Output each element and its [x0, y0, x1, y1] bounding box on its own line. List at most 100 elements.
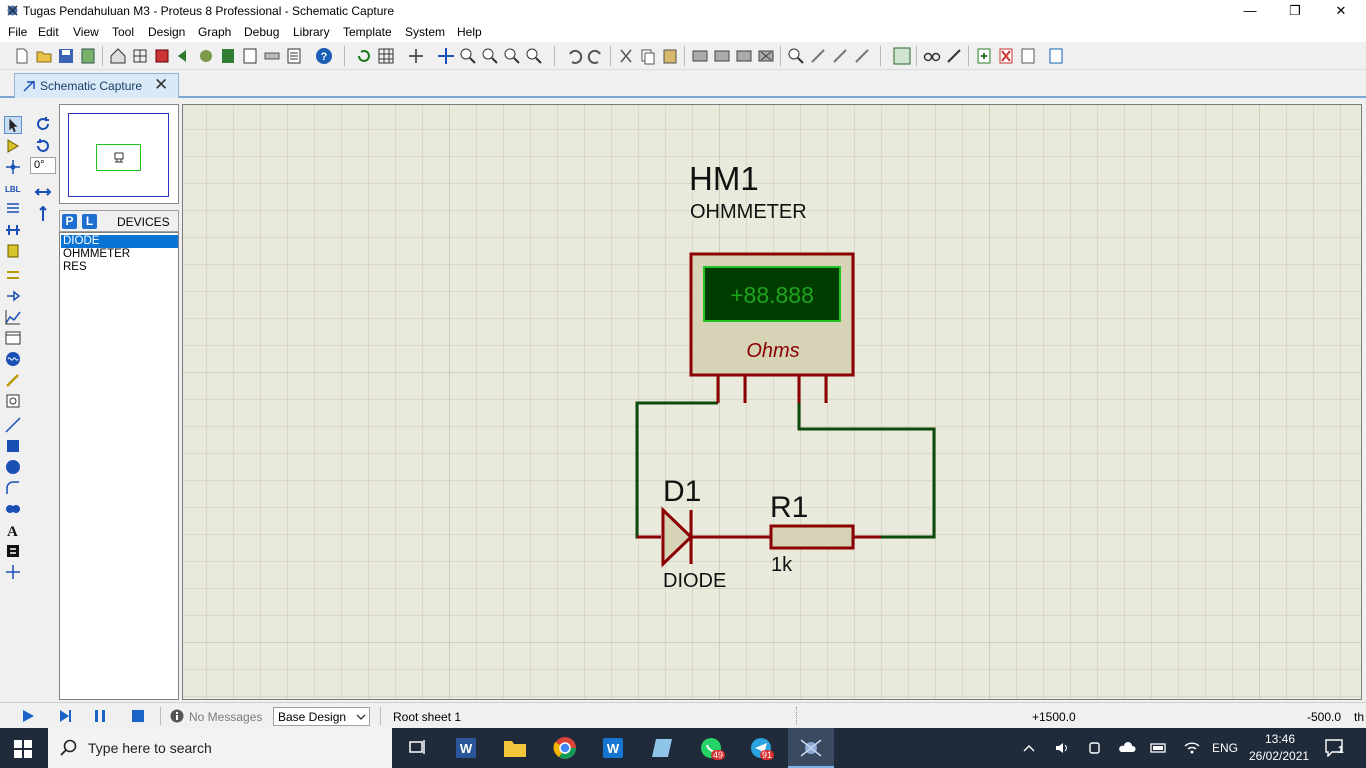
- undo-icon[interactable]: [564, 46, 584, 66]
- wire-autorouter-icon[interactable]: [892, 46, 912, 66]
- menu-library[interactable]: Library: [293, 25, 330, 39]
- 3d-viewer-icon[interactable]: [196, 46, 216, 66]
- menu-template[interactable]: Template: [343, 25, 392, 39]
- word-icon[interactable]: W: [453, 736, 479, 760]
- selection-mode-icon[interactable]: [4, 116, 22, 134]
- file-explorer-icon[interactable]: [502, 736, 528, 760]
- email-app-icon[interactable]: W: [600, 736, 626, 760]
- source-code-icon[interactable]: [240, 46, 260, 66]
- tape-recorder-icon[interactable]: [4, 329, 22, 347]
- home-icon[interactable]: [108, 46, 128, 66]
- volume-icon[interactable]: [1054, 740, 1070, 756]
- symbol-2d-icon[interactable]: [4, 542, 22, 560]
- rotate-clockwise-icon[interactable]: [33, 114, 53, 134]
- bom-icon[interactable]: [218, 46, 238, 66]
- help-icon[interactable]: ?: [314, 46, 334, 66]
- show-hidden-icons-icon[interactable]: [1022, 742, 1036, 754]
- search-tag-icon[interactable]: [922, 46, 942, 66]
- wire-label-icon[interactable]: LBL: [4, 179, 22, 197]
- pick-devices-button[interactable]: P: [62, 214, 77, 229]
- component-mode-icon[interactable]: [4, 137, 22, 155]
- pick-parts-icon[interactable]: [786, 46, 806, 66]
- task-view-icon[interactable]: [404, 736, 430, 760]
- junction-dot-icon[interactable]: [4, 158, 22, 176]
- overview-view-rectangle[interactable]: [96, 144, 141, 171]
- wifi-icon[interactable]: [1183, 740, 1201, 756]
- overview-window[interactable]: [59, 104, 179, 204]
- tab-schematic-capture[interactable]: Schematic Capture ✕: [14, 73, 179, 98]
- rotate-anticlockwise-icon[interactable]: [33, 136, 53, 156]
- save-icon[interactable]: [56, 46, 76, 66]
- toggle-grid-icon[interactable]: [376, 46, 396, 66]
- cut-icon[interactable]: [616, 46, 636, 66]
- probe-mode-icon[interactable]: [4, 371, 22, 389]
- play-icon[interactable]: [20, 708, 36, 724]
- terminals-icon[interactable]: [4, 266, 22, 284]
- text-2d-icon[interactable]: A: [4, 521, 22, 539]
- menu-edit[interactable]: Edit: [38, 25, 59, 39]
- bus-icon[interactable]: [4, 221, 22, 239]
- packaging-tool-icon[interactable]: [830, 46, 850, 66]
- path-2d-icon[interactable]: [4, 500, 22, 518]
- block-rotate-icon[interactable]: [734, 46, 754, 66]
- make-device-icon[interactable]: [808, 46, 828, 66]
- schematic-canvas[interactable]: +88.888 Ohms HM1 OHMMETER D1 DIODE R1 1k: [183, 105, 1361, 699]
- copy-icon[interactable]: [638, 46, 658, 66]
- electrical-rules-check-icon[interactable]: [1046, 46, 1066, 66]
- schematic-editing-window[interactable]: +88.888 Ohms HM1 OHMMETER D1 DIODE R1 1k: [182, 104, 1362, 700]
- zoom-all-icon[interactable]: [502, 46, 522, 66]
- remove-sheet-icon[interactable]: [996, 46, 1016, 66]
- block-copy-icon[interactable]: [690, 46, 710, 66]
- import-icon[interactable]: [78, 46, 98, 66]
- gerber-icon[interactable]: [174, 46, 194, 66]
- marker-2d-icon[interactable]: [4, 563, 22, 581]
- list-item-diode[interactable]: DIODE: [61, 235, 178, 248]
- design-variant-select[interactable]: Base Design: [273, 707, 370, 726]
- mirror-vertical-icon[interactable]: [33, 204, 53, 224]
- line-2d-icon[interactable]: [4, 416, 22, 434]
- list-item-res[interactable]: RES: [61, 261, 178, 274]
- subcircuit-icon[interactable]: [4, 242, 22, 260]
- decompose-icon[interactable]: [852, 46, 872, 66]
- pcb-layout-icon[interactable]: [152, 46, 172, 66]
- close-button[interactable]: ✕: [1318, 0, 1364, 22]
- box-2d-icon[interactable]: [4, 437, 22, 455]
- list-item-ohmmeter[interactable]: OHMMETER: [61, 248, 178, 261]
- redo-icon[interactable]: [586, 46, 606, 66]
- minimize-button[interactable]: —: [1227, 0, 1273, 22]
- circle-2d-icon[interactable]: [4, 458, 22, 476]
- menu-help[interactable]: Help: [457, 25, 482, 39]
- zoom-in-icon[interactable]: [458, 46, 478, 66]
- generator-mode-icon[interactable]: [4, 350, 22, 368]
- meet-now-icon[interactable]: [1087, 740, 1103, 756]
- block-delete-icon[interactable]: [756, 46, 776, 66]
- pause-icon[interactable]: [92, 708, 108, 724]
- proteus-taskbar-button[interactable]: [788, 728, 834, 768]
- menu-debug[interactable]: Debug: [244, 25, 279, 39]
- input-language[interactable]: ENG: [1212, 741, 1238, 755]
- new-sheet-icon[interactable]: [974, 46, 994, 66]
- clock-date[interactable]: 26/02/2021: [1249, 749, 1309, 763]
- arc-2d-icon[interactable]: [4, 479, 22, 497]
- menu-graph[interactable]: Graph: [198, 25, 231, 39]
- design-explorer-icon[interactable]: [284, 46, 304, 66]
- menu-system[interactable]: System: [405, 25, 445, 39]
- windows-start-icon[interactable]: [14, 740, 32, 758]
- virtual-instruments-icon[interactable]: [4, 392, 22, 410]
- refresh-icon[interactable]: [354, 46, 374, 66]
- menu-tool[interactable]: Tool: [112, 25, 134, 39]
- schematic-icon[interactable]: [130, 46, 150, 66]
- block-move-icon[interactable]: [712, 46, 732, 66]
- onedrive-icon[interactable]: [1118, 740, 1136, 756]
- open-folder-icon[interactable]: [34, 46, 54, 66]
- clock-time[interactable]: 13:46: [1265, 732, 1295, 746]
- battery-icon[interactable]: [1150, 741, 1168, 755]
- mirror-horizontal-icon[interactable]: [33, 182, 53, 202]
- notepad-icon[interactable]: [650, 736, 676, 760]
- library-manager-button[interactable]: L: [82, 214, 97, 229]
- menu-file[interactable]: File: [8, 25, 27, 39]
- tab-close-icon[interactable]: ✕: [154, 75, 168, 95]
- stop-icon[interactable]: [130, 708, 146, 724]
- exit-to-parent-icon[interactable]: [1018, 46, 1038, 66]
- zoom-area-icon[interactable]: [524, 46, 544, 66]
